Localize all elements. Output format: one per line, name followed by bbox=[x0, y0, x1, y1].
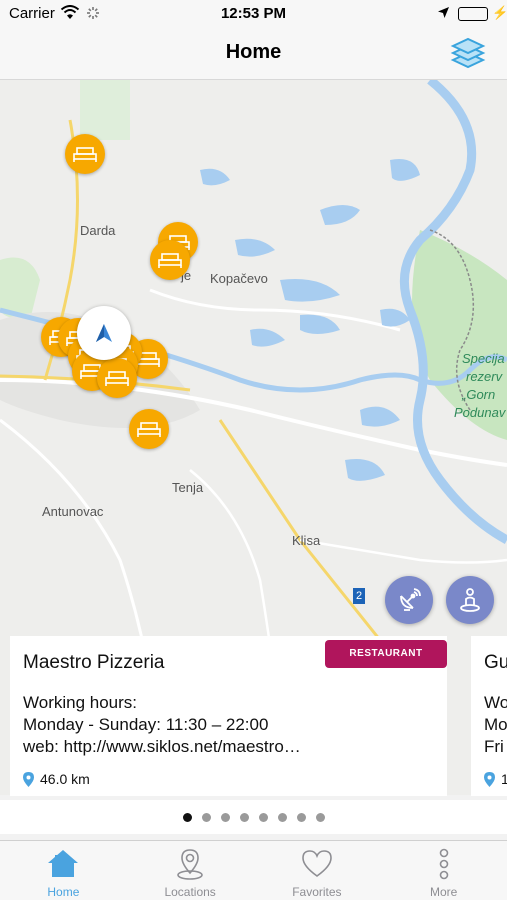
more-dots-icon bbox=[439, 848, 448, 880]
status-time: 12:53 PM bbox=[220, 5, 287, 22]
person-location-button[interactable] bbox=[446, 576, 494, 624]
distance: 1 bbox=[484, 771, 507, 787]
location-arrow-icon bbox=[437, 6, 450, 23]
status-bar: Carrier 12:53 PM ⚡ bbox=[0, 0, 507, 28]
charging-icon: ⚡ bbox=[492, 5, 507, 20]
page-dot[interactable] bbox=[258, 812, 268, 822]
card-description: Wo Mo Fri bbox=[484, 692, 507, 758]
distance: 46.0 km bbox=[23, 771, 90, 787]
user-location-marker[interactable] bbox=[77, 306, 131, 360]
map-marker[interactable] bbox=[129, 409, 169, 449]
bed-icon bbox=[158, 253, 182, 268]
card-description: Working hours: Monday - Sunday: 11:30 – … bbox=[23, 692, 301, 758]
map-label-antunovac: Antunovac bbox=[42, 504, 104, 519]
map-marker[interactable] bbox=[97, 358, 137, 398]
map-label-park: Specija rezerv „Gorn Podunav bbox=[454, 350, 505, 422]
tab-home[interactable]: Home bbox=[0, 841, 127, 900]
card-line: Mo bbox=[484, 715, 507, 734]
distance-value: 46.0 km bbox=[40, 771, 90, 787]
working-hours-label: Working hours: bbox=[23, 693, 138, 712]
bed-icon bbox=[73, 147, 97, 162]
page-dot[interactable] bbox=[220, 812, 230, 822]
battery-icon bbox=[458, 7, 488, 21]
map-label-tenja: Tenja bbox=[172, 480, 204, 495]
page-dot[interactable] bbox=[277, 812, 287, 822]
location-card[interactable]: Maestro Pizzeria RESTAURANT Working hour… bbox=[10, 636, 447, 796]
map-label-kopacevo: Kopačevo bbox=[210, 271, 268, 286]
road-sign: 2 bbox=[353, 588, 365, 604]
map-marker[interactable] bbox=[65, 134, 105, 174]
page-dot[interactable] bbox=[239, 812, 249, 822]
heart-icon bbox=[302, 850, 332, 877]
card-line: Fri bbox=[484, 737, 504, 756]
person-pin-icon bbox=[460, 588, 480, 612]
tab-label: Locations bbox=[164, 885, 216, 899]
tab-more[interactable]: More bbox=[380, 841, 507, 900]
tab-favorites[interactable]: Favorites bbox=[254, 841, 381, 900]
park-line-2: rezerv bbox=[466, 369, 503, 384]
page-indicator[interactable] bbox=[0, 800, 507, 834]
page-dot[interactable] bbox=[315, 812, 325, 822]
page-dot[interactable] bbox=[296, 812, 306, 822]
map-marker[interactable] bbox=[150, 240, 190, 280]
map-pin-icon bbox=[484, 771, 495, 787]
tab-label: Favorites bbox=[292, 885, 342, 899]
map-pin-icon bbox=[177, 849, 203, 880]
bed-icon bbox=[137, 422, 161, 437]
card-line: Wo bbox=[484, 693, 507, 712]
page-dot[interactable] bbox=[182, 812, 192, 822]
park-line-4: Podunav bbox=[454, 405, 506, 420]
home-icon bbox=[48, 850, 79, 877]
navigation-arrow-icon bbox=[96, 324, 112, 342]
tab-bar: Home Locations Favorites More bbox=[0, 840, 507, 900]
page-dot[interactable] bbox=[201, 812, 211, 822]
tab-locations[interactable]: Locations bbox=[127, 841, 254, 900]
tab-label: Home bbox=[47, 885, 80, 899]
nearby-button[interactable] bbox=[385, 576, 433, 624]
signal-dish-icon bbox=[400, 588, 421, 611]
distance-value: 1 bbox=[501, 771, 507, 787]
tab-label: More bbox=[429, 885, 458, 899]
working-hours: Monday - Sunday: 11:30 – 22:00 bbox=[23, 715, 269, 734]
park-line-3: „Gorn bbox=[462, 387, 496, 402]
card-title: Maestro Pizzeria bbox=[23, 652, 165, 673]
location-card-next[interactable]: Gu Wo Mo Fri 1 bbox=[471, 636, 507, 796]
card-title: Gu bbox=[484, 652, 507, 673]
map-label-darda: Darda bbox=[80, 223, 116, 238]
park-line-1: Specija bbox=[462, 351, 505, 366]
layers-icon[interactable] bbox=[449, 34, 487, 72]
map-pin-icon bbox=[23, 771, 34, 787]
nav-bar: Home bbox=[0, 28, 507, 80]
category-badge: RESTAURANT bbox=[325, 640, 447, 668]
page-title: Home bbox=[225, 41, 282, 63]
website: web: http://www.siklos.net/maestro… bbox=[23, 737, 301, 756]
map-label-klisa: Klisa bbox=[292, 533, 321, 548]
bed-icon bbox=[105, 371, 129, 386]
